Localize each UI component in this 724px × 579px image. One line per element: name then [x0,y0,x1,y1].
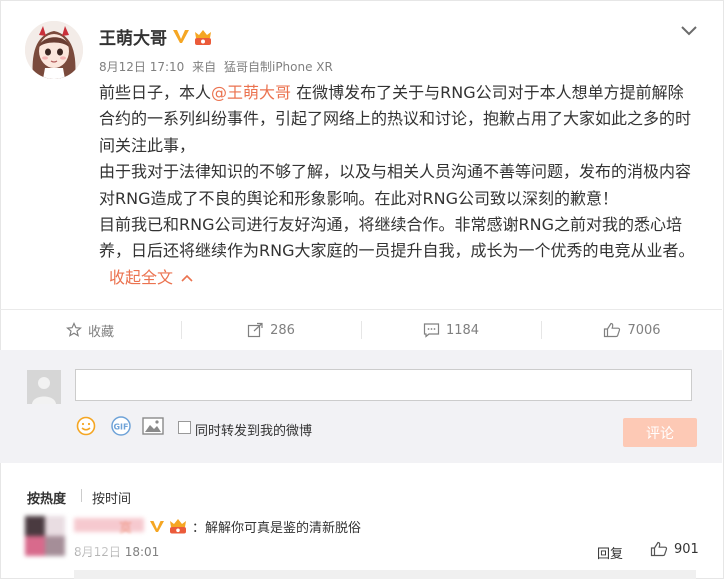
comment-button[interactable]: 1184 [362,310,540,350]
commenter-name[interactable]: 寞 [119,517,132,536]
comment-icon [423,323,440,338]
svg-text:GIF: GIF [113,423,128,432]
post-paragraph: 目前我已和RNG公司进行友好沟通，将继续合作。非常感谢RNG之前对我的悉心培养，… [99,215,695,287]
thumbs-up-icon [604,322,621,338]
commenter-name-redacted[interactable] [74,518,144,532]
comment-like-button[interactable]: 901 [650,541,699,557]
verified-badge-icon [172,27,190,45]
collapse-link[interactable]: 收起全文 [109,268,193,287]
vip-level-badge-icon [168,518,188,534]
chevron-up-icon [181,275,193,282]
action-bar: 收藏 286 1184 7006 [0,309,722,351]
like-count[interactable]: 7006 [627,323,660,338]
post-body: 前些日子，本人@王萌大哥 在微博发布了关于与RNG公司对于本人想单方提前解除合约… [99,80,699,291]
smiley-icon[interactable] [76,416,96,436]
comment-count[interactable]: 1184 [446,323,479,338]
next-comment-preview [74,570,696,579]
comment-composer [0,350,722,463]
repost-count[interactable]: 286 [270,323,295,338]
post-paragraph: 由于我对于法律知识的不够了解，以及与相关人员沟通不善等问题，发布的消极内容对RN… [99,162,692,208]
tab-sort-time[interactable]: 按时间 [92,488,131,507]
post-paragraph: 前些日子，本人@王萌大哥 在微博发布了关于与RNG公司对于本人想单方提前解除合约… [99,83,692,155]
chevron-down-icon[interactable] [680,22,698,36]
reply-button[interactable]: 回复 [597,543,623,562]
like-button[interactable]: 7006 [542,310,722,350]
comment-time-redaction [74,542,124,557]
author-avatar[interactable] [25,21,83,79]
comment-like-count[interactable]: 901 [674,542,699,557]
source-prefix: 来自 [192,60,217,74]
repost-checkbox-label[interactable]: 同时转发到我的微博 [195,420,312,439]
share-icon [247,322,263,338]
commenter-avatar[interactable] [25,516,65,556]
vip-level-badge-icon [193,28,213,46]
current-user-avatar [27,370,61,404]
divider [81,489,82,502]
submit-comment-button[interactable]: 评论 [623,418,697,447]
star-icon [66,322,82,337]
comment-text: ：解解你可真是鉴的清新脱俗 [192,521,362,536]
author-name[interactable]: 王萌大哥 [99,24,167,49]
post-source[interactable]: 猛哥自制iPhone XR [224,60,333,74]
gif-icon[interactable]: GIF [110,416,132,436]
favorite-label[interactable]: 收藏 [88,321,114,340]
repost-checkbox[interactable] [178,421,191,434]
thumbs-up-icon [650,541,668,557]
comment-input[interactable] [75,369,692,401]
post-meta: 8月12日 17:10 来自 猛哥自制iPhone XR [99,58,337,75]
image-icon[interactable] [142,417,164,435]
verified-badge-icon [149,518,165,534]
tab-sort-hot[interactable]: 按热度 [27,488,66,507]
post-date[interactable]: 8月12日 17:10 [99,60,184,74]
mention-link[interactable]: @王萌大哥 [211,83,291,102]
favorite-button[interactable]: 收藏 [0,310,180,350]
repost-button[interactable]: 286 [182,310,360,350]
